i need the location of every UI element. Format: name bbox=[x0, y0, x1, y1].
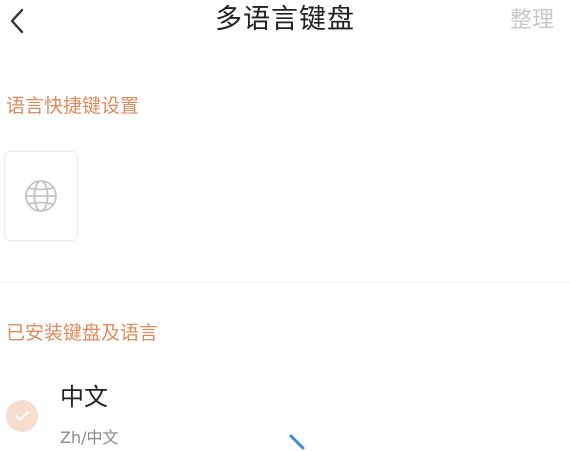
section-divider bbox=[0, 282, 570, 283]
globe-icon bbox=[25, 180, 57, 212]
language-item-chinese[interactable]: 中文 Zh/中文 bbox=[0, 368, 570, 451]
check-icon bbox=[15, 411, 29, 421]
multi-language-keyboard-screen: 多语言键盘 整理 语言快捷键设置 已安装键盘及语言 中文 Zh/中文 bbox=[0, 0, 570, 451]
language-name: 中文 bbox=[60, 383, 108, 411]
installed-section-label: 已安装键盘及语言 bbox=[6, 322, 159, 344]
organize-button[interactable]: 整理 bbox=[510, 6, 554, 36]
shortcut-section-label: 语言快捷键设置 bbox=[6, 95, 140, 117]
selected-check[interactable] bbox=[6, 400, 38, 432]
language-code: Zh/中文 bbox=[60, 428, 119, 447]
globe-shortcut-key[interactable] bbox=[4, 151, 78, 241]
navigation-bar: 多语言键盘 整理 bbox=[0, 0, 570, 44]
drag-indicator-icon bbox=[289, 434, 305, 450]
page-title: 多语言键盘 bbox=[215, 4, 355, 35]
